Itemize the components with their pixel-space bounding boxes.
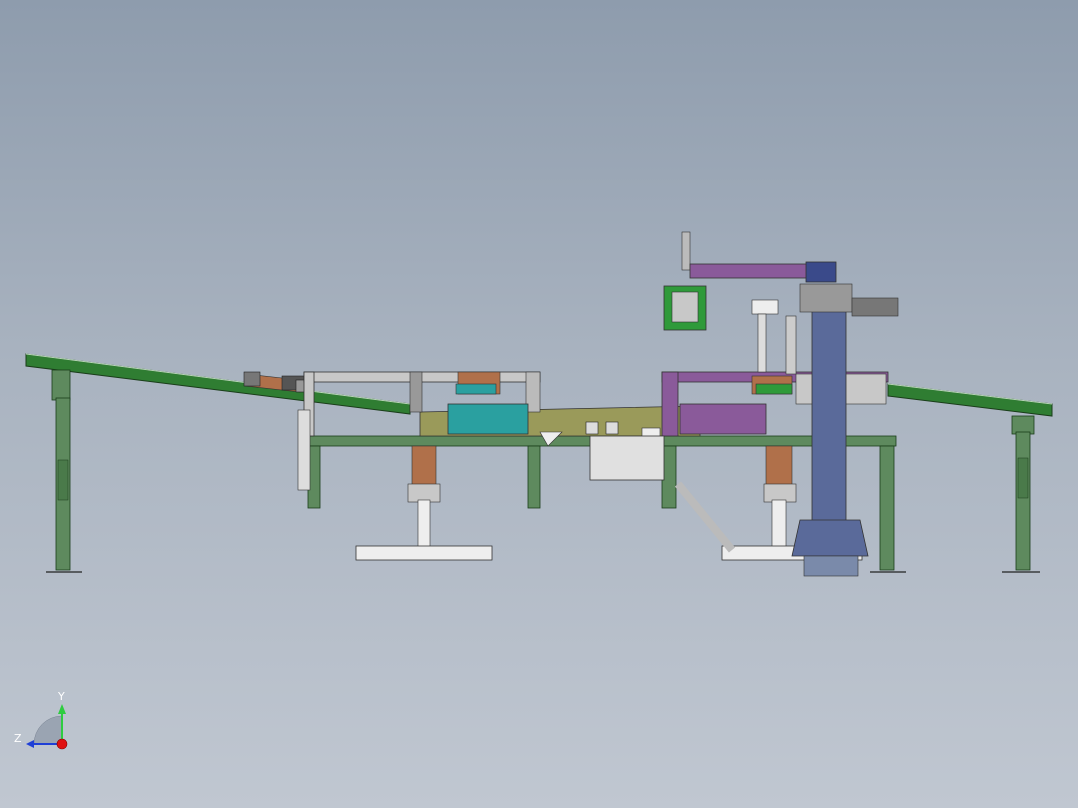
left-inclined-conveyor xyxy=(25,353,411,415)
left-conveyor-leg xyxy=(46,369,82,573)
y-axis-label: Y xyxy=(57,690,65,703)
robot-arm xyxy=(663,231,899,375)
z-axis-label: Z xyxy=(14,732,22,745)
right-gantry-frame xyxy=(661,371,889,437)
left-lift-cylinder xyxy=(355,445,493,561)
control-box xyxy=(589,435,665,481)
right-inclined-conveyor xyxy=(887,383,1053,417)
right-conveyor-leg xyxy=(1002,415,1040,573)
triad-plane-arc xyxy=(33,715,63,745)
x-axis-origin xyxy=(56,738,68,750)
machine-assembly-drawing: Y Z xyxy=(14,231,1053,750)
cad-viewport[interactable]: Y Z xyxy=(0,0,1078,808)
coordinate-triad: Y Z xyxy=(14,690,68,750)
